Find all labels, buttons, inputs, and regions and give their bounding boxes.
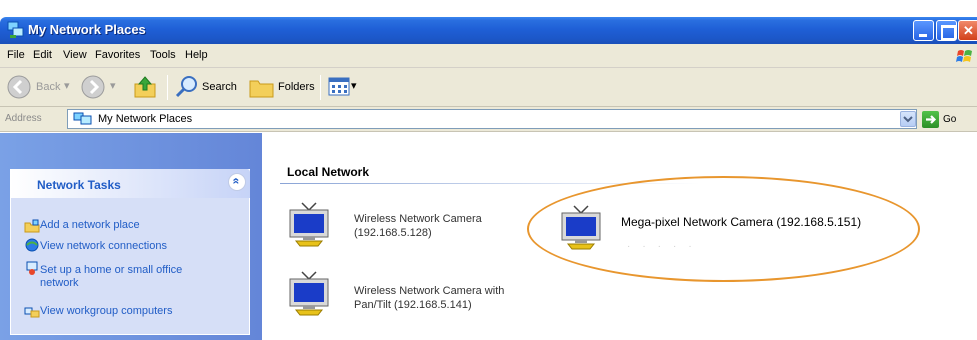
windows-logo-icon [956,50,972,62]
chevron-down-icon [903,116,913,123]
title-bar: My Network Places [0,17,977,44]
up-folder-icon[interactable] [132,74,158,100]
network-tasks-title: Network Tasks [37,178,121,192]
task-link-add-network-place[interactable]: Add a network place [40,219,140,232]
toolbar-separator [167,75,168,100]
go-button[interactable] [922,111,939,128]
camera-3-name[interactable]: Wireless Network Camera with [354,284,504,298]
task-link-view-workgroup-computers[interactable]: View workgroup computers [40,305,172,318]
collapse-icon[interactable] [228,173,246,191]
menu-file[interactable]: File [7,49,25,61]
close-button[interactable] [958,20,977,41]
network-camera-icon[interactable] [288,270,330,316]
back-dropdown-icon[interactable]: ▾ [64,79,70,92]
address-bar: Address My Network Places Go [0,107,977,132]
go-arrow-icon [926,115,937,124]
folders-label[interactable]: Folders [278,81,315,93]
task-pane: Network Tasks Add a network place View n… [0,133,262,340]
search-icon[interactable] [174,74,200,100]
back-arrow-icon[interactable] [6,74,32,100]
folders-icon[interactable] [248,74,276,100]
address-value: My Network Places [98,113,193,125]
network-places-icon [7,21,24,38]
forward-arrow-icon[interactable] [80,74,106,100]
camera-1-address[interactable]: (192.168.5.128) [354,226,432,240]
menu-help[interactable]: Help [185,49,208,61]
network-connections-icon [25,238,39,252]
network-camera-icon[interactable] [288,201,330,247]
camera-1-name[interactable]: Wireless Network Camera [354,212,482,226]
section-title: Local Network [287,165,370,179]
highlight-ellipse [527,176,920,282]
forward-dropdown-icon[interactable]: ▾ [110,79,116,92]
menu-view[interactable]: View [63,49,87,61]
window-title: My Network Places [28,22,146,37]
task-link-setup-home-network[interactable]: Set up a home or small office network [40,264,190,290]
address-dropdown-button[interactable] [900,111,916,127]
task-link-view-network-connections[interactable]: View network connections [40,240,167,253]
views-dropdown-icon[interactable]: ▾ [351,79,357,92]
back-label[interactable]: Back [36,81,60,93]
address-label: Address [5,113,42,124]
go-label[interactable]: Go [943,114,956,125]
maximize-button[interactable] [936,20,957,41]
views-icon[interactable] [328,76,350,98]
search-label[interactable]: Search [202,81,237,93]
setup-network-icon [26,261,38,275]
add-network-place-icon [24,219,40,233]
network-tasks-header[interactable]: Network Tasks [10,169,250,198]
workgroup-icon [24,307,40,318]
address-input[interactable]: My Network Places [67,109,917,129]
menu-tools[interactable]: Tools [150,49,176,61]
toolbar-separator [320,75,321,100]
minimize-button[interactable] [913,20,934,41]
menu-bar: File Edit View Favorites Tools Help [0,44,977,68]
toolbar: Back ▾ ▾ Search Folders ▾ [0,68,977,107]
menu-favorites[interactable]: Favorites [95,49,140,61]
network-places-icon [73,112,92,125]
menu-edit[interactable]: Edit [33,49,52,61]
camera-3-address[interactable]: Pan/Tilt (192.168.5.141) [354,298,472,312]
